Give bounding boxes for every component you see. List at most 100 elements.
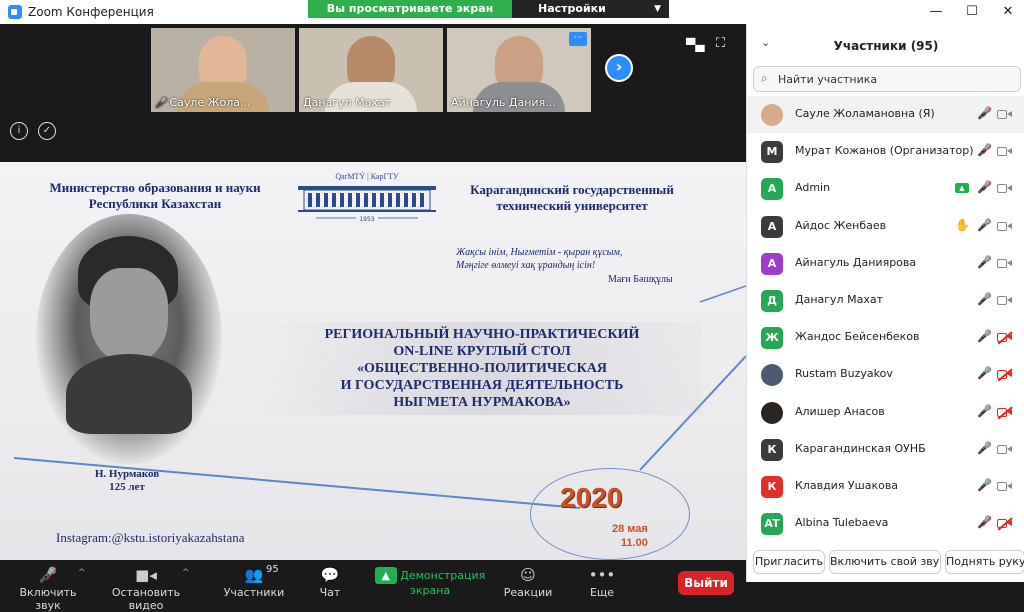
mic-icon[interactable]: 🎤 bbox=[977, 441, 992, 455]
mic-icon[interactable]: 🎤 bbox=[977, 404, 992, 418]
stop-video-button[interactable]: ■◂ Остановить видео ^ bbox=[96, 564, 196, 612]
camera-body bbox=[997, 110, 1007, 119]
minimize-button[interactable]: — bbox=[926, 4, 946, 20]
participant-search-input[interactable] bbox=[778, 71, 1014, 87]
university-title: Карагандинский государственный техническ… bbox=[470, 182, 674, 213]
mic-icon[interactable]: 🎤 bbox=[977, 292, 992, 306]
participant-name: Айнагуль Даниярова bbox=[795, 255, 917, 269]
participant-row[interactable]: A Admin ▲ 🎤̸ bbox=[747, 170, 1024, 207]
fullscreen-icon[interactable]: ⛶ bbox=[716, 36, 732, 52]
participant-row[interactable]: М Мурат Кожанов (Организатор) 🎤̸ bbox=[747, 133, 1024, 170]
leave-button[interactable]: Выйти bbox=[678, 571, 734, 595]
share-screen-button[interactable]: ▲ Демонстрация экрана bbox=[370, 564, 490, 604]
event-time: 11.00 bbox=[620, 537, 648, 549]
info-icon[interactable]: i bbox=[10, 122, 28, 140]
participant-row[interactable]: AT Albina Tulebaeva 🎤̸ bbox=[747, 505, 1024, 542]
mic-muted-icon[interactable]: 🎤̸ bbox=[977, 143, 992, 157]
participant-row[interactable]: Ж Жандос Бейсенбеков 🎤 bbox=[747, 319, 1024, 356]
meeting-area: 🎤̸ Сауле Жола... Данагул Махат ··· Айнагу… bbox=[0, 24, 746, 612]
poem-line: Мәңгіге өлмеуі хақ ұрандың ісін! bbox=[456, 260, 596, 271]
participant-row[interactable]: Алишер Анасов 🎤 bbox=[747, 394, 1024, 431]
raise-hand-button[interactable]: Поднять руку bbox=[945, 550, 1024, 574]
camera-lens bbox=[1007, 483, 1012, 489]
headline-line: НЫГМЕТА НУРМАКОВА» bbox=[393, 395, 571, 410]
video-camera-icon[interactable] bbox=[997, 146, 1013, 157]
mic-icon[interactable]: 🎤 bbox=[977, 255, 992, 269]
participant-row[interactable]: Д Данагул Махат 🎤 bbox=[747, 282, 1024, 319]
camera-lens bbox=[1007, 222, 1012, 229]
video-camera-icon[interactable] bbox=[997, 258, 1013, 269]
participant-row[interactable]: Сауле Жоламановна (Я) 🎤̸ bbox=[747, 96, 1024, 133]
video-thumbnail[interactable]: 🎤̸ Сауле Жола... bbox=[151, 28, 295, 112]
close-button[interactable]: ✕ bbox=[998, 4, 1018, 20]
chat-button[interactable]: 💬 Чат bbox=[306, 564, 354, 604]
event-year: 2020 bbox=[560, 482, 623, 513]
chevron-up-icon[interactable]: ^ bbox=[78, 568, 86, 578]
video-off-icon[interactable] bbox=[997, 407, 1013, 418]
participant-row[interactable]: К Клавдия Ушакова 🎤 bbox=[747, 468, 1024, 505]
maximize-button[interactable]: ☐ bbox=[962, 4, 982, 20]
mic-icon[interactable]: 🎤 bbox=[977, 366, 992, 380]
mic-muted-icon[interactable]: 🎤̸ bbox=[977, 106, 992, 120]
share-screen-label: Демонстрация экрана bbox=[400, 569, 486, 597]
participant-name: Rustam Buzyakov bbox=[795, 367, 893, 381]
video-thumbnail[interactable]: ··· Айнагуль Дания... bbox=[447, 28, 591, 112]
avatar: AT bbox=[761, 513, 783, 536]
participant-search[interactable]: ⌕ bbox=[753, 66, 1021, 92]
camera-body bbox=[997, 147, 1007, 157]
reactions-label: Реакции bbox=[503, 586, 553, 599]
participants-count: 95 bbox=[266, 564, 279, 575]
camera-body bbox=[997, 370, 1007, 380]
participant-name: Мурат Кожанов (Организатор) bbox=[795, 144, 974, 158]
participant-row[interactable]: А Айнагуль Даниярова 🎤 bbox=[747, 245, 1024, 282]
participant-name: Albina Tulebaeva bbox=[795, 516, 889, 530]
portrait-caption-years: 125 лет bbox=[109, 481, 145, 493]
video-off-icon[interactable] bbox=[997, 332, 1013, 343]
shield-icon[interactable]: ✓ bbox=[38, 122, 56, 140]
view-options-button[interactable]: Настройки просмотра ▼ bbox=[512, 0, 669, 33]
avatar: А bbox=[761, 215, 783, 238]
avatar: А bbox=[761, 252, 783, 275]
participant-row[interactable]: К Карагандинская ОУНБ 🎤 bbox=[747, 431, 1024, 468]
mic-icon[interactable]: 🎤 bbox=[977, 218, 992, 232]
unmute-self-button[interactable]: Включить свой звук bbox=[829, 550, 941, 574]
mic-icon[interactable]: 🎤 bbox=[977, 329, 992, 343]
mic-muted-icon[interactable]: 🎤̸ bbox=[977, 180, 992, 194]
video-thumbnail[interactable]: Данагул Махат bbox=[299, 28, 443, 112]
participant-name: Данагул Махат bbox=[795, 293, 883, 306]
more-options-icon[interactable]: ··· bbox=[569, 32, 587, 46]
participant-row[interactable]: Rustam Buzyakov 🎤 bbox=[747, 356, 1024, 393]
avatar: К bbox=[761, 438, 783, 461]
more-button[interactable]: ••• Еще bbox=[576, 564, 628, 604]
headline-line: ON-LINE КРУГЛЫЙ СТОЛ bbox=[393, 344, 571, 359]
participant-name: Алишер Анасов bbox=[795, 404, 885, 418]
logo-text: QarMTÝ | КарГТУ bbox=[335, 172, 399, 181]
more-label: Еще bbox=[589, 586, 615, 599]
chat-icon: 💬 bbox=[320, 566, 340, 584]
search-icon: ⌕ bbox=[761, 71, 768, 85]
invite-button[interactable]: Пригласить bbox=[753, 550, 825, 574]
mic-icon[interactable]: 🎤 bbox=[977, 478, 992, 492]
video-camera-icon[interactable] bbox=[997, 481, 1013, 492]
participants-button[interactable]: 👥 95 Участники bbox=[222, 564, 286, 604]
portrait-photo bbox=[36, 214, 222, 464]
video-off-icon[interactable] bbox=[997, 369, 1013, 380]
chevron-up-icon[interactable]: ^ bbox=[182, 568, 190, 578]
raised-hand-icon: ✋ bbox=[955, 217, 970, 232]
reactions-button[interactable]: ☺ Реакции bbox=[502, 564, 554, 604]
next-page-arrow-icon[interactable]: › bbox=[605, 54, 633, 82]
video-camera-icon[interactable] bbox=[997, 183, 1013, 194]
video-camera-icon[interactable] bbox=[997, 109, 1013, 120]
video-camera-icon[interactable] bbox=[997, 444, 1013, 455]
video-off-icon[interactable] bbox=[997, 518, 1013, 529]
mic-muted-icon[interactable]: 🎤̸ bbox=[977, 515, 992, 529]
unmute-button[interactable]: 🎤̸ Включить звук ^ bbox=[6, 564, 90, 612]
camera-body bbox=[997, 221, 1007, 231]
headline-line: «ОБЩЕСТВЕННО-ПОЛИТИЧЕСКАЯ bbox=[356, 361, 608, 376]
video-camera-icon[interactable] bbox=[997, 295, 1013, 306]
reactions-icon: ☺ bbox=[520, 566, 536, 584]
event-date: 28 мая 11.00 bbox=[612, 522, 648, 550]
layout-icon[interactable]: ▀▄ bbox=[686, 38, 704, 52]
participant-row[interactable]: А Айдос Женбаев ✋ 🎤 bbox=[747, 208, 1024, 245]
video-camera-icon[interactable] bbox=[997, 221, 1013, 232]
